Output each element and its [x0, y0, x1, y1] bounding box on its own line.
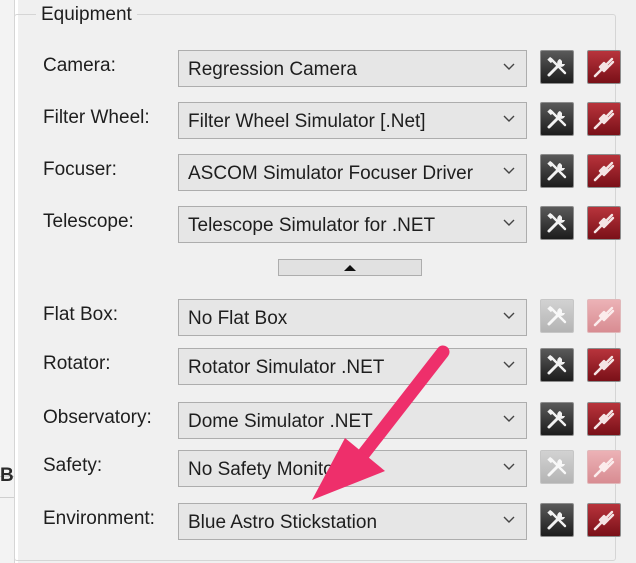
chevron-down-icon: [502, 112, 516, 126]
setup-button[interactable]: [540, 402, 574, 436]
equipment-row: Telescope: Telescope Simulator for .NET: [0, 203, 636, 249]
device-dropdown[interactable]: No Flat Box: [178, 299, 527, 336]
connect-button[interactable]: [587, 503, 621, 537]
selected-device: Filter Wheel Simulator [.Net]: [188, 111, 426, 132]
left-divider: [0, 497, 14, 498]
equipment-row: Focuser: ASCOM Simulator Focuser Driver: [0, 151, 636, 197]
device-dropdown[interactable]: Filter Wheel Simulator [.Net]: [178, 102, 527, 139]
row-label: Focuser:: [43, 159, 117, 180]
chevron-down-icon: [502, 216, 516, 230]
connect-button[interactable]: [587, 402, 621, 436]
equipment-row: Flat Box: No Flat Box: [0, 296, 636, 342]
setup-button[interactable]: [540, 102, 574, 136]
setup-button[interactable]: [540, 348, 574, 382]
connect-button[interactable]: [587, 348, 621, 382]
device-dropdown[interactable]: Telescope Simulator for .NET: [178, 206, 527, 243]
row-label: Rotator:: [43, 353, 111, 374]
device-dropdown[interactable]: No Safety Monitor: [178, 450, 527, 487]
connect-button[interactable]: [587, 206, 621, 240]
row-label: Telescope:: [43, 211, 134, 232]
connect-button[interactable]: [587, 50, 621, 84]
row-label: Safety:: [43, 455, 103, 476]
row-label: Environment:: [43, 508, 155, 529]
setup-button[interactable]: [540, 450, 574, 484]
row-label: Observatory:: [43, 407, 152, 428]
connect-button[interactable]: [587, 102, 621, 136]
device-dropdown[interactable]: Blue Astro Stickstation: [178, 503, 527, 540]
device-dropdown[interactable]: Rotator Simulator .NET: [178, 348, 527, 385]
triangle-up-icon: [344, 265, 356, 271]
selected-device: ASCOM Simulator Focuser Driver: [188, 163, 474, 184]
selected-device: Blue Astro Stickstation: [188, 512, 378, 533]
setup-button[interactable]: [540, 154, 574, 188]
chevron-down-icon: [502, 513, 516, 527]
group-title: Equipment: [36, 4, 137, 26]
chevron-down-icon: [502, 412, 516, 426]
selected-device: No Safety Monitor: [188, 459, 341, 480]
selected-device: Dome Simulator .NET: [188, 411, 373, 432]
equipment-row: Observatory: Dome Simulator .NET: [0, 399, 636, 445]
equipment-row: Safety: No Safety Monitor: [0, 447, 636, 493]
device-dropdown[interactable]: Regression Camera: [178, 50, 527, 87]
chevron-down-icon: [502, 60, 516, 74]
selected-device: Telescope Simulator for .NET: [188, 215, 436, 236]
equipment-row: Rotator: Rotator Simulator .NET: [0, 345, 636, 391]
setup-button[interactable]: [540, 299, 574, 333]
selected-device: Rotator Simulator .NET: [188, 357, 385, 378]
selected-device: No Flat Box: [188, 308, 288, 329]
device-dropdown[interactable]: ASCOM Simulator Focuser Driver: [178, 154, 527, 191]
connect-button[interactable]: [587, 299, 621, 333]
chevron-down-icon: [502, 358, 516, 372]
connect-button[interactable]: [587, 154, 621, 188]
equipment-row: Filter Wheel: Filter Wheel Simulator [.Ne…: [0, 99, 636, 145]
row-label: Flat Box:: [43, 304, 118, 325]
setup-button[interactable]: [540, 503, 574, 537]
row-label: Filter Wheel:: [43, 107, 150, 128]
chevron-down-icon: [502, 164, 516, 178]
chevron-down-icon: [502, 460, 516, 474]
setup-button[interactable]: [540, 206, 574, 240]
collapse-toggle-button[interactable]: [278, 259, 422, 276]
device-dropdown[interactable]: Dome Simulator .NET: [178, 402, 527, 439]
connect-button[interactable]: [587, 450, 621, 484]
selected-device: Regression Camera: [188, 59, 357, 80]
chevron-down-icon: [502, 309, 516, 323]
equipment-row: Camera: Regression Camera: [0, 47, 636, 93]
setup-button[interactable]: [540, 50, 574, 84]
row-label: Camera:: [43, 55, 116, 76]
equipment-row: Environment: Blue Astro Stickstation: [0, 500, 636, 546]
